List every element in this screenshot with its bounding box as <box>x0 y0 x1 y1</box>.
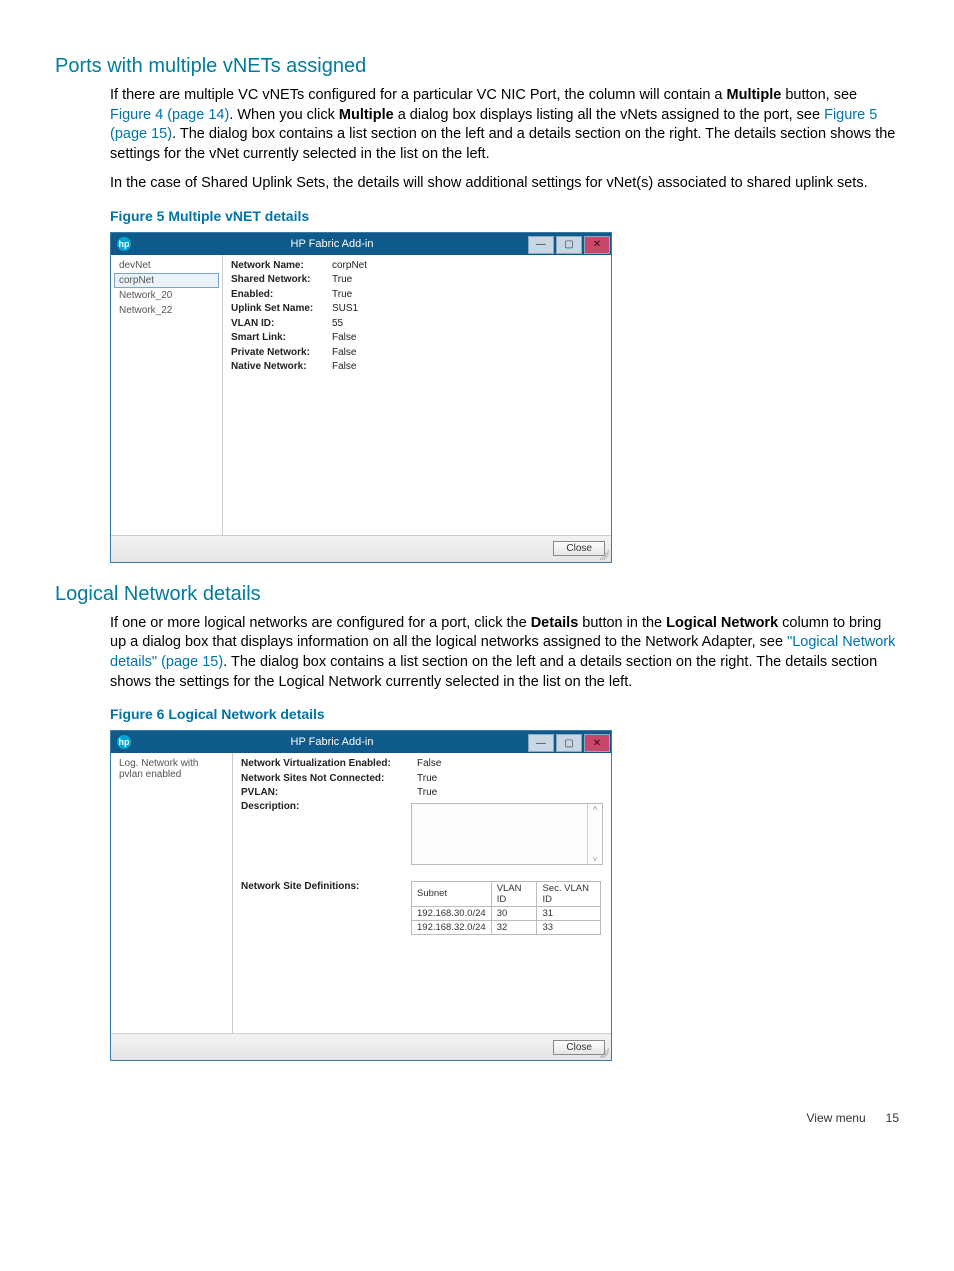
description-textbox[interactable]: ˄˅ <box>411 803 603 865</box>
window-title: HP Fabric Add-in <box>137 238 527 250</box>
col-subnet: Subnet <box>412 881 492 906</box>
text-bold-multiple: Multiple <box>727 87 782 103</box>
titlebar: hp HP Fabric Add-in — ▢ ✕ <box>111 731 611 753</box>
list-item[interactable]: corpNet <box>114 273 219 288</box>
figure6-window: hp HP Fabric Add-in — ▢ ✕ Log. Network w… <box>110 730 612 1061</box>
para-sec1-2: In the case of Shared Uplink Sets, the d… <box>110 174 899 194</box>
figure6-caption: Figure 6 Logical Network details <box>110 706 899 722</box>
value: False <box>332 360 356 375</box>
text: a dialog box displays listing all the vN… <box>394 107 824 123</box>
heading-logical-network-details: Logical Network details <box>55 583 899 606</box>
col-secvlanid: Sec. VLAN ID <box>537 881 601 906</box>
label: Private Network: <box>231 346 326 361</box>
value: False <box>332 331 356 346</box>
window-title: HP Fabric Add-in <box>137 736 527 748</box>
value: True <box>332 288 352 303</box>
page-footer: View menu 15 <box>110 1081 899 1125</box>
close-button[interactable]: Close <box>553 1040 605 1055</box>
label: Shared Network: <box>231 273 326 288</box>
table-row: 192.168.30.0/24 30 31 <box>412 906 601 920</box>
window-footer: Close <box>111 1033 611 1060</box>
footer-section: View menu <box>806 1111 865 1125</box>
network-site-table: Subnet VLAN ID Sec. VLAN ID 192.168.30.0… <box>411 881 601 935</box>
logical-network-list[interactable]: Log. Network with pvlan enabled <box>111 753 233 1033</box>
close-button[interactable]: Close <box>553 541 605 556</box>
value: True <box>332 273 352 288</box>
text: button, see <box>781 87 857 103</box>
text: If there are multiple VC vNETs configure… <box>110 87 727 103</box>
value: 55 <box>332 317 343 332</box>
window-footer: Close <box>111 535 611 562</box>
label: PVLAN: <box>241 786 411 801</box>
label: Network Name: <box>231 259 326 274</box>
scroll-down-icon[interactable]: ˅ <box>593 855 598 864</box>
figure5-caption: Figure 5 Multiple vNET details <box>110 208 899 224</box>
label: Enabled: <box>231 288 326 303</box>
label: Network Virtualization Enabled: <box>241 757 411 772</box>
value: True <box>417 786 437 801</box>
link-figure4[interactable]: Figure 4 (page 14) <box>110 107 229 123</box>
text-bold-multiple2: Multiple <box>339 107 394 123</box>
minimize-icon[interactable]: — <box>528 236 554 254</box>
maximize-icon[interactable]: ▢ <box>556 734 582 752</box>
label: Smart Link: <box>231 331 326 346</box>
text: If one or more logical networks are conf… <box>110 615 531 631</box>
cell: 192.168.32.0/24 <box>412 920 492 934</box>
close-icon[interactable]: ✕ <box>584 236 610 254</box>
scrollbar[interactable]: ˄˅ <box>587 804 602 864</box>
heading-ports-multiple-vnets: Ports with multiple vNETs assigned <box>55 55 899 78</box>
para-sec2-1: If one or more logical networks are conf… <box>110 614 899 692</box>
maximize-icon[interactable]: ▢ <box>556 236 582 254</box>
text: . The dialog box contains a list section… <box>110 654 877 690</box>
logical-network-details: Network Virtualization Enabled: False Net… <box>233 753 611 1033</box>
scroll-up-icon[interactable]: ˄ <box>593 804 598 813</box>
vnet-list[interactable]: devNet corpNet Network_20 Network_22 <box>111 255 223 535</box>
hp-logo-icon: hp <box>117 237 131 251</box>
text-bold-logical-network: Logical Network <box>666 615 778 631</box>
label: VLAN ID: <box>231 317 326 332</box>
label: Native Network: <box>231 360 326 375</box>
label-nsd: Network Site Definitions: <box>241 881 411 892</box>
value: corpNet <box>332 259 367 274</box>
figure5-window: hp HP Fabric Add-in — ▢ ✕ devNet corpNet… <box>110 232 612 563</box>
para-sec1-1: If there are multiple VC vNETs configure… <box>110 86 899 164</box>
list-item[interactable]: Network_22 <box>114 303 219 318</box>
cell: 33 <box>537 920 601 934</box>
label-description: Description: <box>241 801 411 812</box>
text: . The dialog box contains a list section… <box>110 126 895 162</box>
cell: 30 <box>491 906 537 920</box>
cell: 32 <box>491 920 537 934</box>
table-row: Subnet VLAN ID Sec. VLAN ID <box>412 881 601 906</box>
value: False <box>332 346 356 361</box>
text-bold-details: Details <box>531 615 579 631</box>
list-item[interactable]: devNet <box>114 258 219 273</box>
list-item[interactable]: Log. Network with pvlan enabled <box>114 756 229 782</box>
value: SUS1 <box>332 302 358 317</box>
list-item[interactable]: Network_20 <box>114 288 219 303</box>
vnet-details: Network Name: corpNet Shared Network: True… <box>223 255 611 535</box>
value: False <box>417 757 441 772</box>
titlebar: hp HP Fabric Add-in — ▢ ✕ <box>111 233 611 255</box>
text: button in the <box>578 615 666 631</box>
close-icon[interactable]: ✕ <box>584 734 610 752</box>
label: Network Sites Not Connected: <box>241 772 411 787</box>
col-vlanid: VLAN ID <box>491 881 537 906</box>
cell: 192.168.30.0/24 <box>412 906 492 920</box>
cell: 31 <box>537 906 601 920</box>
footer-page-number: 15 <box>886 1111 899 1125</box>
label: Uplink Set Name: <box>231 302 326 317</box>
hp-logo-icon: hp <box>117 735 131 749</box>
text: . When you click <box>229 107 339 123</box>
table-row: 192.168.32.0/24 32 33 <box>412 920 601 934</box>
minimize-icon[interactable]: — <box>528 734 554 752</box>
value: True <box>417 772 437 787</box>
